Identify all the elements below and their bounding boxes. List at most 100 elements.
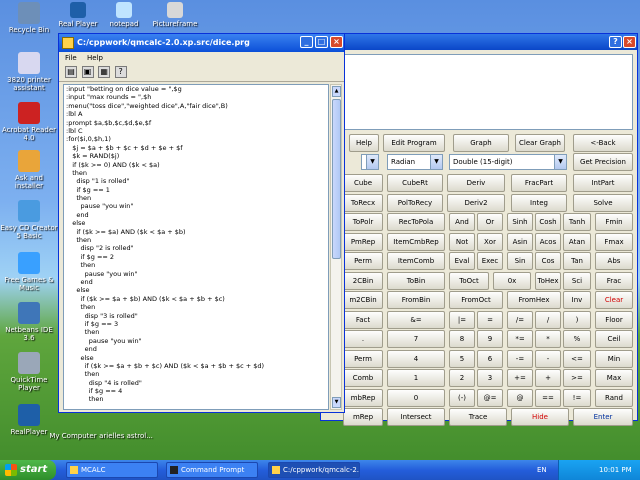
vertical-scrollbar[interactable]: ▲ ▼ [330, 84, 342, 410]
calc-button[interactable]: Rand [595, 388, 633, 407]
calc-button[interactable]: ItemCmbRep [387, 232, 445, 251]
calc-button[interactable]: Clear Graph [515, 134, 565, 152]
calc-button[interactable]: Integ [511, 193, 567, 212]
angle-select[interactable]: Radian ▼ [387, 154, 443, 170]
menu-help[interactable]: Help [87, 54, 103, 62]
calc-button[interactable]: Asin [507, 232, 533, 251]
calc-button[interactable]: mbRep [343, 388, 383, 407]
calc-button[interactable]: Acos [535, 232, 561, 251]
calc-button[interactable]: 7 [387, 330, 445, 348]
calc-button[interactable]: Sci [563, 271, 591, 290]
calc-button[interactable]: Sin [507, 252, 533, 270]
calc-button[interactable]: == [535, 388, 561, 407]
open-file-icon[interactable]: ▤ [65, 66, 77, 78]
calc-button[interactable]: *= [507, 330, 533, 348]
calc-button[interactable]: Tanh [563, 213, 591, 231]
calc-button[interactable]: Hide [511, 408, 569, 426]
calc-button[interactable]: RecToPola [387, 213, 445, 231]
desktop-icon[interactable]: Acrobat Reader 4.0 [0, 102, 58, 142]
calc-button[interactable]: |= [449, 310, 475, 329]
calc-button[interactable]: Cosh [535, 213, 561, 231]
maximize-icon[interactable]: □ [315, 36, 328, 48]
calc-button[interactable]: Ceil [595, 330, 633, 348]
close-icon[interactable]: × [330, 36, 343, 48]
calc-button[interactable]: 5 [449, 349, 475, 368]
calc-button[interactable]: 3 [477, 369, 503, 387]
close-icon[interactable]: × [623, 36, 636, 48]
calc-button[interactable]: 6 [477, 349, 503, 368]
calc-button[interactable]: Exec [477, 252, 503, 270]
calc-button[interactable]: Get Precision [573, 153, 633, 171]
calc-button[interactable]: Perm [343, 349, 383, 368]
desktop-label-my-computer[interactable]: My Computer [48, 432, 98, 440]
calc-button[interactable]: Fmin [595, 213, 633, 231]
mode-select[interactable]: ▼ [361, 154, 379, 170]
editor-title-bar[interactable]: C:/cppwork/qmcalc-2.0.xp.src/dice.prg _ … [59, 34, 344, 52]
calc-button[interactable]: != [563, 388, 591, 407]
calc-button[interactable]: Atan [563, 232, 591, 251]
calc-button[interactable]: ToHex [535, 271, 561, 290]
calc-button[interactable]: Graph [453, 134, 509, 152]
calc-button[interactable]: ToPolr [343, 213, 383, 231]
calc-button[interactable]: Fmax [595, 232, 633, 251]
desktop-icon[interactable]: Easy CD Creator 5 Basic [0, 200, 58, 240]
calc-button[interactable]: ItemComb [387, 252, 445, 270]
calc-button[interactable]: (-) [449, 388, 475, 407]
calc-button[interactable]: @= [477, 388, 503, 407]
calc-button[interactable]: . [343, 330, 383, 348]
calc-button[interactable]: PmRep [343, 232, 383, 251]
calc-button[interactable]: FromOct [449, 291, 503, 309]
task-command-prompt[interactable]: Command Prompt [166, 462, 258, 478]
calc-button[interactable]: += [507, 369, 533, 387]
calc-button[interactable]: Help [349, 134, 379, 152]
calc-button[interactable]: CubeRt [387, 174, 443, 192]
minimize-icon[interactable]: _ [300, 36, 313, 48]
calc-button[interactable]: 2CBin [343, 271, 383, 290]
menu-file[interactable]: File [65, 54, 77, 62]
clock[interactable]: 10:01 PM [599, 466, 632, 474]
calc-button[interactable]: Comb [343, 369, 383, 387]
calc-button[interactable]: <-Back [573, 134, 633, 152]
calc-button[interactable]: 9 [477, 330, 503, 348]
scroll-thumb[interactable] [332, 99, 341, 259]
calc-button[interactable]: @ [507, 388, 533, 407]
language-indicator[interactable]: EN [537, 460, 547, 480]
calc-button[interactable]: Fact [343, 310, 383, 329]
calc-button[interactable]: FromHex [507, 291, 561, 309]
desktop-icon-pictureframe[interactable]: Pictureframe [150, 2, 200, 28]
calc-button[interactable]: <= [563, 349, 591, 368]
calc-button[interactable]: Tan [563, 252, 591, 270]
calc-button[interactable]: Edit Program [383, 134, 445, 152]
calc-button[interactable]: 0x [493, 271, 531, 290]
calc-button[interactable]: Max [595, 369, 633, 387]
task-editor[interactable]: C:/cppwork/qmcalc-2... [268, 462, 360, 478]
calc-button[interactable]: * [535, 330, 561, 348]
calc-button[interactable]: 0 [387, 388, 445, 407]
help-pointer-icon[interactable]: ? [114, 66, 127, 78]
calc-button[interactable]: % [563, 330, 591, 348]
desktop-label-arielles[interactable]: arielles astrol... [96, 432, 156, 440]
calc-button[interactable]: Floor [595, 310, 633, 329]
calc-button[interactable]: And [449, 213, 475, 231]
calc-button[interactable]: Xor [477, 232, 503, 251]
calc-button[interactable]: Deriv [447, 174, 505, 192]
calc-button[interactable]: Perm [343, 252, 383, 270]
calc-button[interactable]: >= [563, 369, 591, 387]
calculator-title-bar[interactable]: ? × [321, 34, 637, 50]
calc-button[interactable]: ) [563, 310, 591, 329]
calc-button[interactable]: Solve [573, 193, 633, 212]
scroll-up-icon[interactable]: ▲ [332, 86, 341, 97]
calc-button[interactable]: &= [387, 310, 445, 329]
desktop-icon[interactable]: QuickTime Player [0, 352, 58, 392]
calc-button[interactable]: Deriv2 [447, 193, 505, 212]
calc-button[interactable]: m2CBin [343, 291, 383, 309]
calc-button[interactable]: Sinh [507, 213, 533, 231]
save-as-icon[interactable]: ▦ [98, 66, 111, 78]
calc-button[interactable]: 2 [449, 369, 475, 387]
calc-button[interactable]: Clear [595, 291, 633, 309]
calc-button[interactable]: FracPart [511, 174, 567, 192]
calc-button[interactable]: + [535, 369, 561, 387]
calc-button[interactable]: Enter [573, 408, 633, 426]
desktop-icon[interactable]: Free Games & Music [0, 252, 58, 292]
calc-button[interactable]: -= [507, 349, 533, 368]
